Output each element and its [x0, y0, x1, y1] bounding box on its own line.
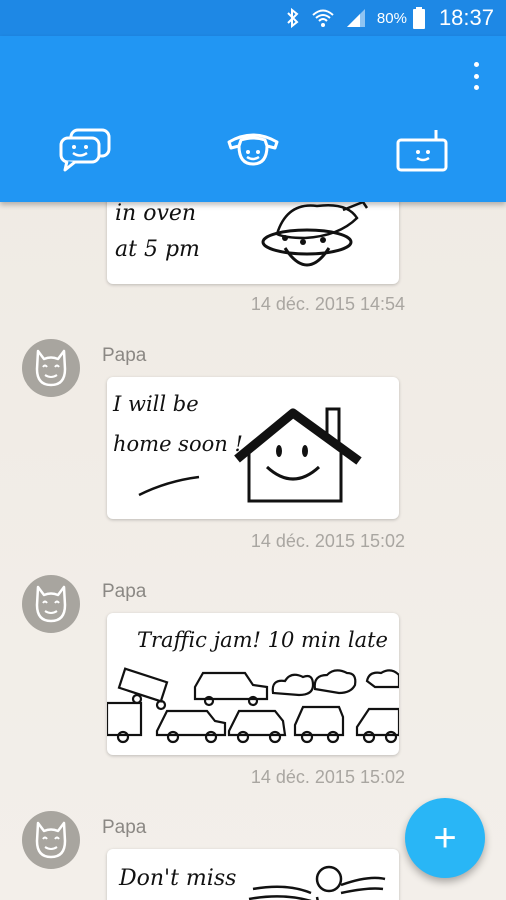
message-timestamp: 14 déc. 2015 15:02 — [250, 767, 405, 787]
wifi-icon — [311, 7, 335, 29]
battery-icon — [412, 7, 425, 29]
svg-text:home soon !: home soon ! — [113, 432, 243, 456]
signal-icon — [345, 8, 367, 28]
tab-chat[interactable] — [55, 128, 115, 172]
tab-phone[interactable] — [223, 128, 283, 172]
handwritten-drawing: Traffic jam! 10 min late — [107, 628, 399, 744]
svg-text:Traffic jam! 10 min late: Traffic jam! 10 min late — [137, 628, 388, 652]
svg-text:at 5 pm: at 5 pm — [115, 237, 200, 262]
svg-text:in oven: in oven — [115, 202, 196, 226]
app-bar — [0, 36, 506, 202]
message-timestamp: 14 déc. 2015 15:02 — [250, 531, 405, 551]
bluetooth-icon — [285, 7, 301, 29]
chat-bubbles-icon — [59, 128, 111, 172]
message-card[interactable]: in oven at 5 pm — [107, 202, 399, 284]
avatar[interactable] — [22, 575, 80, 633]
sender-name: Papa — [102, 817, 147, 838]
device-icon — [396, 130, 448, 172]
message-card[interactable]: I will be home soon ! — [107, 377, 399, 519]
tab-device[interactable] — [392, 128, 452, 172]
svg-text:Don't miss: Don't miss — [118, 866, 236, 891]
status-time: 18:37 — [438, 5, 494, 30]
battery-percentage: 80% — [376, 9, 407, 27]
plus-icon: + — [433, 815, 457, 860]
cat-face-icon — [35, 585, 67, 623]
avatar[interactable] — [22, 339, 80, 397]
status-bar: 80% 18:37 — [0, 0, 506, 36]
handwritten-drawing: in oven at 5 pm — [115, 202, 369, 267]
svg-text:I will be: I will be — [112, 392, 199, 416]
cat-face-icon — [35, 821, 67, 859]
message-card[interactable]: Don't miss — [107, 849, 399, 900]
new-message-button[interactable]: + — [405, 798, 485, 878]
avatar[interactable] — [22, 811, 80, 869]
sender-name: Papa — [102, 345, 147, 366]
handwritten-drawing: I will be home soon ! — [112, 392, 362, 503]
message-timestamp: 14 déc. 2015 14:54 — [250, 294, 405, 314]
handwritten-drawing: Don't miss — [118, 865, 386, 900]
cat-face-icon — [35, 349, 67, 387]
sender-name: Papa — [102, 581, 147, 602]
phone-icon — [227, 133, 279, 166]
message-card[interactable]: Traffic jam! 10 min late — [107, 613, 399, 755]
overflow-menu-icon[interactable] — [468, 62, 484, 90]
message-list[interactable]: in oven at 5 pm 14 déc. 2015 14:54 Papa … — [0, 202, 506, 900]
